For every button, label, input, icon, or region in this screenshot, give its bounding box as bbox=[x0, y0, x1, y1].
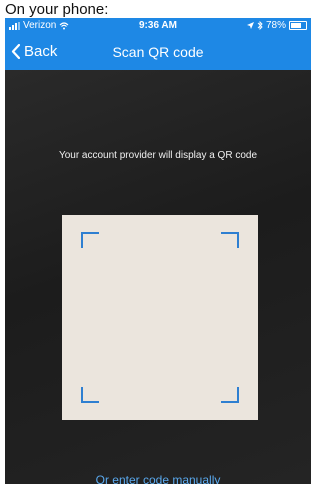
camera-viewfinder: Your account provider will display a QR … bbox=[5, 70, 311, 484]
battery-percent: 78% bbox=[265, 20, 286, 31]
status-bar: Verizon 9:36 AM 78% bbox=[5, 18, 311, 34]
frame-corner-bottom-left bbox=[81, 387, 99, 403]
battery-icon bbox=[289, 21, 307, 30]
bluetooth-icon bbox=[257, 21, 263, 30]
frame-corner-bottom-right bbox=[221, 387, 239, 403]
navigation-bar: Back Scan QR code bbox=[5, 34, 311, 70]
screen-title: Scan QR code bbox=[112, 44, 204, 60]
qr-scan-area bbox=[62, 215, 258, 420]
location-icon bbox=[246, 22, 254, 29]
scan-instruction: Your account provider will display a QR … bbox=[58, 150, 258, 161]
status-right: 78% bbox=[246, 20, 307, 31]
frame-corner-top-right bbox=[221, 232, 239, 248]
enter-code-manually-link[interactable]: Or enter code manually bbox=[5, 473, 311, 484]
frame-corner-top-left bbox=[81, 232, 99, 248]
phone-screen: Verizon 9:36 AM 78% Back Scan QR code Yo… bbox=[5, 18, 311, 484]
page-caption: On your phone: bbox=[5, 1, 109, 18]
